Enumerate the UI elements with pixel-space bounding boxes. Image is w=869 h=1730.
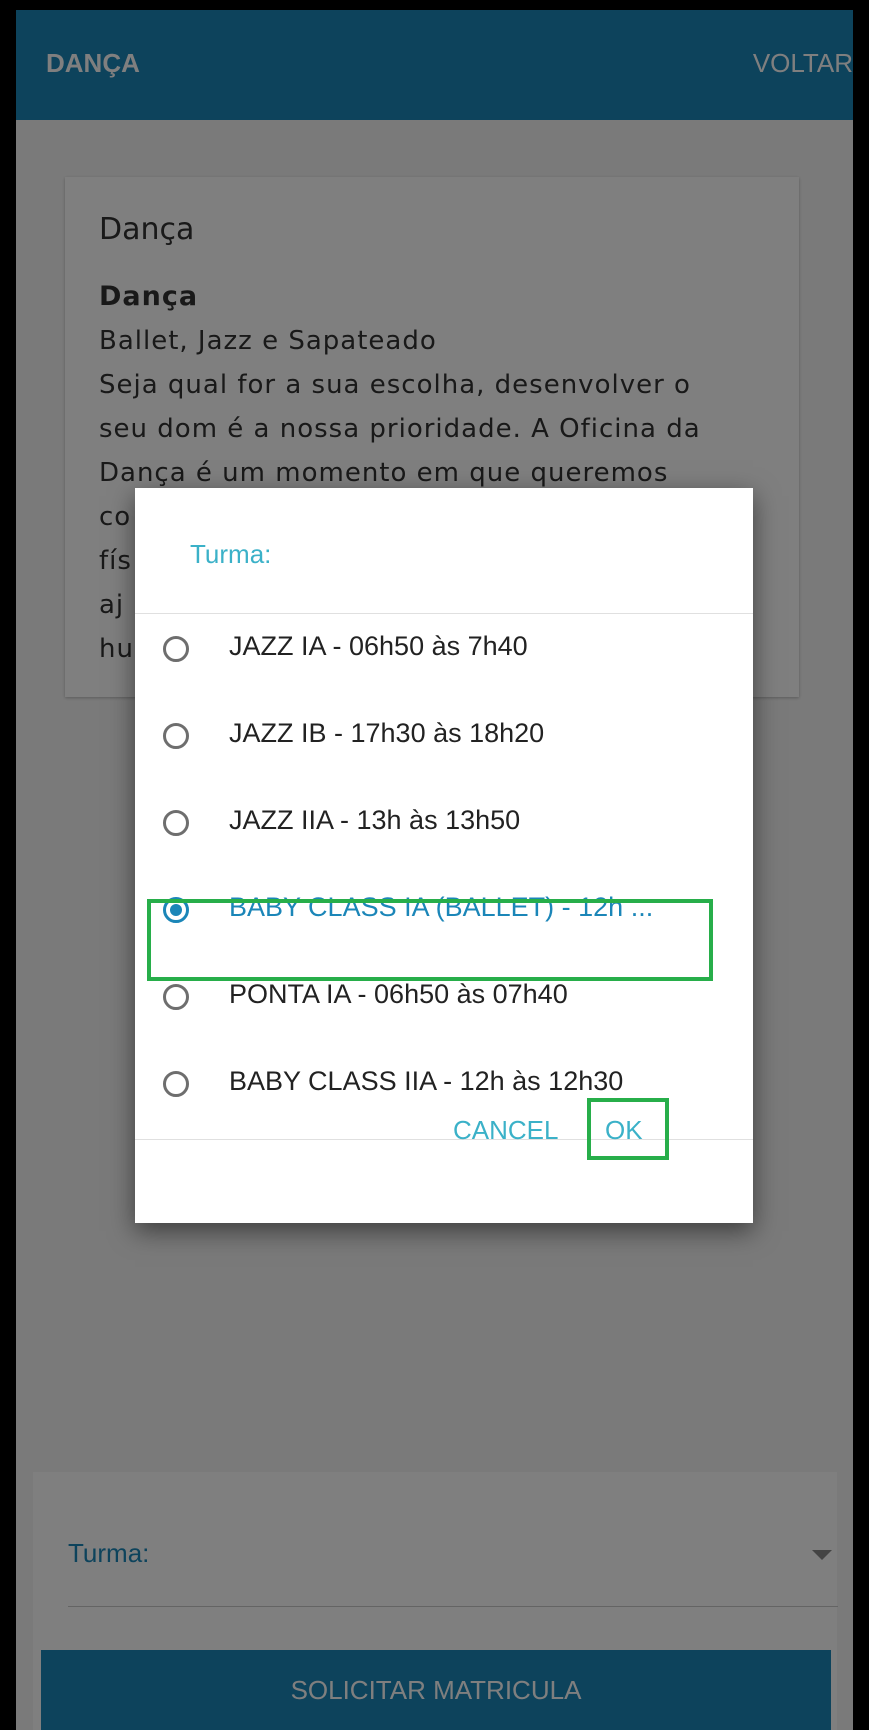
option-label: PONTA IA - 06h50 às 07h40 bbox=[229, 979, 568, 1009]
screen: DANÇA VOLTAR Dança Dança Ballet, Jazz e … bbox=[16, 10, 853, 1730]
turma-dialog: Turma: JAZZ IA - 06h50 às 7h40 JAZZ IB -… bbox=[135, 488, 753, 1223]
radio-icon[interactable] bbox=[163, 810, 189, 836]
option-label: BABY CLASS IIA - 12h às 12h30 bbox=[229, 1066, 624, 1096]
ok-button[interactable]: OK bbox=[605, 1115, 643, 1146]
radio-icon[interactable] bbox=[163, 1071, 189, 1097]
option-item[interactable]: JAZZ IIA - 13h às 13h50 bbox=[135, 776, 753, 872]
options-list[interactable]: JAZZ IA - 06h50 às 7h40 JAZZ IB - 17h30 … bbox=[135, 614, 753, 1139]
selection-highlight-box bbox=[147, 899, 713, 981]
option-label: JAZZ IIA - 13h às 13h50 bbox=[229, 805, 521, 835]
option-label: JAZZ IB - 17h30 às 18h20 bbox=[229, 718, 545, 748]
radio-icon[interactable] bbox=[163, 723, 189, 749]
option-label: JAZZ IA - 06h50 às 7h40 bbox=[229, 631, 528, 661]
cancel-button[interactable]: CANCEL bbox=[453, 1115, 558, 1146]
radio-icon[interactable] bbox=[163, 984, 189, 1010]
radio-icon[interactable] bbox=[163, 636, 189, 662]
option-item[interactable]: JAZZ IB - 17h30 às 18h20 bbox=[135, 689, 753, 785]
option-item[interactable]: JAZZ IA - 06h50 às 7h40 bbox=[135, 614, 753, 698]
dialog-title: Turma: bbox=[190, 539, 272, 569]
